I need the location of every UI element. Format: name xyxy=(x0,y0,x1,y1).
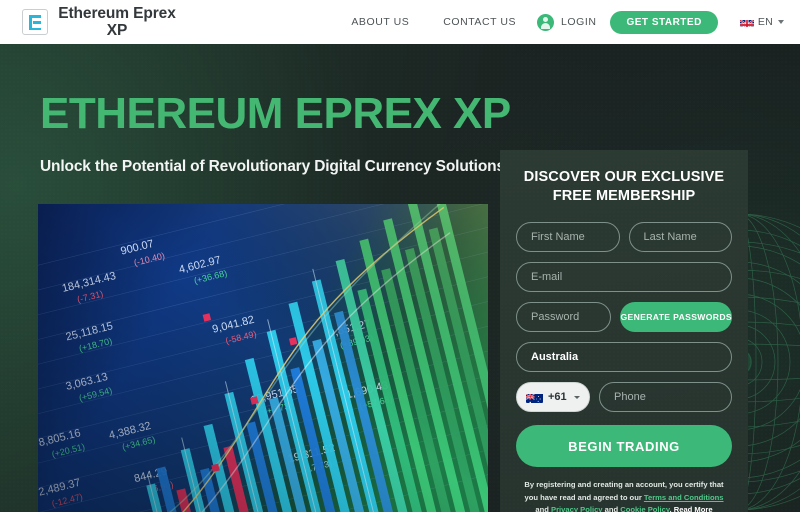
password-row: GENERATE PASSWORDS xyxy=(516,302,732,333)
chevron-down-icon xyxy=(574,395,580,399)
hero-title: ETHEREUM EPREX XP xyxy=(40,89,511,138)
legal-disclaimer: By registering and creating an account, … xyxy=(516,479,732,512)
uk-flag-icon xyxy=(739,17,754,27)
first-name-input[interactable] xyxy=(516,222,620,253)
email-input[interactable] xyxy=(516,262,732,293)
form-title: DISCOVER OUR EXCLUSIVE FREE MEMBERSHIP xyxy=(523,169,725,205)
phone-row: +61 xyxy=(516,382,732,413)
language-code: EN xyxy=(757,16,773,28)
stock-market-chart-image: 184,314.43 25,118.15 3,063.13 8,805.16 2… xyxy=(38,204,488,512)
phone-input[interactable] xyxy=(599,382,732,413)
generate-passwords-button[interactable]: GENERATE PASSWORDS xyxy=(620,302,732,333)
read-more-link[interactable]: Read More xyxy=(674,505,713,512)
phone-country-code: +61 xyxy=(548,391,567,404)
site-header: Ethereum Eprex XP ABOUT US CONTACT US LO… xyxy=(0,0,800,44)
login-label: LOGIN xyxy=(561,16,597,28)
name-row xyxy=(516,222,732,253)
login-button[interactable]: LOGIN xyxy=(533,13,610,31)
country-row: Australia xyxy=(516,342,732,373)
hero-subtitle: Unlock the Potential of Revolutionary Di… xyxy=(40,158,505,175)
brand-logo[interactable]: Ethereum Eprex XP xyxy=(22,5,177,40)
hero-section: ETHEREUM EPREX XP Unlock the Potential o… xyxy=(0,44,800,512)
nav-item-about-us[interactable]: ABOUT US xyxy=(334,16,426,28)
nav-item-contact-us[interactable]: CONTACT US xyxy=(426,16,533,28)
email-row xyxy=(516,262,732,293)
disclaimer-text-part-2: and xyxy=(535,504,552,512)
landing-page: Ethereum Eprex XP ABOUT US CONTACT US LO… xyxy=(0,0,800,512)
main-navigation: ABOUT US CONTACT US LOGIN GET STARTED EN xyxy=(334,10,784,34)
phone-country-select[interactable]: +61 xyxy=(516,382,590,413)
privacy-policy-link[interactable]: Privacy Policy xyxy=(551,505,603,512)
chevron-down-icon xyxy=(778,20,784,24)
signup-form-panel: DISCOVER OUR EXCLUSIVE FREE MEMBERSHIP G… xyxy=(500,150,748,512)
password-input[interactable] xyxy=(516,302,612,333)
user-avatar-icon xyxy=(537,13,555,31)
brand-name: Ethereum Eprex XP xyxy=(58,4,176,39)
terms-and-conditions-link[interactable]: Terms and Conditions xyxy=(644,493,724,502)
begin-trading-button[interactable]: BEGIN TRADING xyxy=(516,425,732,468)
cookie-policy-link[interactable]: Cookie Policy xyxy=(620,505,669,512)
disclaimer-text-part-3: and xyxy=(602,504,621,512)
get-started-button[interactable]: GET STARTED xyxy=(610,10,718,34)
language-selector[interactable]: EN xyxy=(739,16,784,28)
country-select[interactable]: Australia xyxy=(516,342,732,373)
australia-flag-icon xyxy=(526,392,543,403)
eprex-e-logo-icon xyxy=(22,9,48,35)
last-name-input[interactable] xyxy=(628,222,732,253)
